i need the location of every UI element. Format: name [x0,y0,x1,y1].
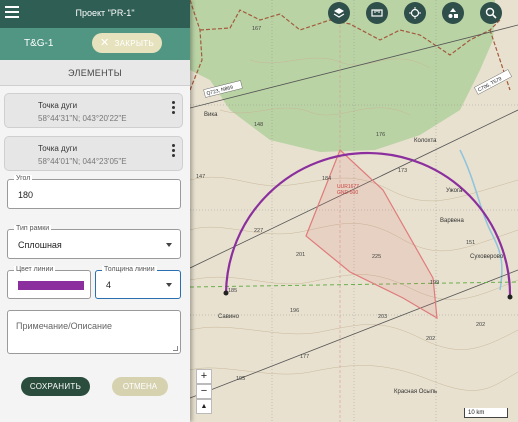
arc-point-card-1[interactable]: Точка дуги 58°44'31"N; 043°20'22"E [4,93,183,128]
locate-button[interactable] [404,2,426,24]
spot-height: 185 [228,288,237,294]
spot-height: 225 [372,254,381,260]
ruler-button[interactable] [366,2,388,24]
arc-point-label: Точка дуги [38,144,78,153]
spot-height: 199 [430,280,439,286]
ruler-icon [371,9,383,17]
arc-point-coordinates: 58°44'31"N; 043°20'22"E [38,114,127,123]
spot-height: 173 [398,168,407,174]
resize-handle-icon[interactable] [173,346,178,351]
frame-type-label: Тип рамки [14,225,52,232]
line-color-field[interactable]: Цвет линии [7,266,91,299]
spot-height: 202 [426,336,435,342]
close-object-label: ЗАКРЫТЬ [114,38,154,48]
line-color-label: Цвет линии [14,266,56,273]
note-placeholder: Примечание/Описание [16,321,113,331]
place-label: Варвена [440,218,464,224]
angle-label: Угол [14,175,33,182]
spot-height: 195 [236,376,245,382]
line-color-swatch [18,281,84,290]
spot-height: 176 [376,132,385,138]
place-label: Суховерово [470,254,504,260]
editor-panel: Проект "PR-1" T&G-1 ✕ ЗАКРЫТЬ ЭЛЕМЕНТЫ Т… [0,0,190,422]
chevron-down-icon [166,243,172,247]
close-icon: ✕ [99,36,110,49]
scale-bar: 10 km [464,408,508,418]
arc-point-label: Точка дуги [38,101,78,110]
elements-header: ЭЛЕМЕНТЫ [0,60,190,86]
shapes-icon [448,8,458,18]
zoom-out-button[interactable]: − [196,384,212,399]
menu-icon[interactable] [5,6,19,20]
cancel-button[interactable]: ОТМЕНА [112,377,168,396]
place-label: Колохта [414,138,437,144]
chevron-down-icon [166,283,172,287]
frame-type-value: Сплошная [18,240,62,250]
spot-height: 202 [476,322,485,328]
angle-field[interactable]: Угол 180 [7,175,181,209]
layers-icon [333,8,345,18]
more-vert-icon[interactable] [172,101,176,116]
map-view[interactable]: UUR1677 GND-500 Q723, N869 C706, T579 Ви… [190,0,518,422]
top-bar: Проект "PR-1" [0,0,190,28]
close-object-button[interactable]: ✕ ЗАКРЫТЬ [92,33,162,53]
compass-button[interactable]: ▲ [196,399,212,414]
place-label: Савино [218,314,240,320]
spot-height: 167 [252,26,261,32]
search-button[interactable] [480,2,502,24]
place-label: Ужога [446,188,463,194]
note-textarea[interactable]: Примечание/Описание [7,310,181,354]
layers-button[interactable] [328,2,350,24]
angle-value: 180 [18,190,34,200]
line-width-value: 4 [106,280,112,290]
spot-height: 147 [196,174,205,180]
search-icon [485,7,497,19]
spot-height: 227 [254,228,263,234]
object-bar: T&G-1 ✕ ЗАКРЫТЬ [0,28,190,60]
map-canvas[interactable]: UUR1677 GND-500 Q723, N869 C706, T579 Ви… [190,0,518,422]
frame-type-select[interactable]: Тип рамки Сплошная [7,225,181,259]
object-name: T&G-1 [24,38,54,49]
spot-height: 184 [322,176,331,182]
place-label: Вика [204,112,218,118]
place-label: Красная Осыпь [394,389,437,395]
project-title: Проект "PR-1" [75,8,135,18]
spot-height: 151 [466,240,475,246]
arc-point-marker[interactable] [507,294,513,300]
line-width-label: Толщина линии [102,266,157,273]
arc-point-card-2[interactable]: Точка дуги 58°44'01"N; 044°23'05"E [4,136,183,171]
spot-height: 201 [296,252,305,258]
shapes-button[interactable] [442,2,464,24]
airspace-label: GND-500 [337,190,358,196]
spot-height: 148 [254,122,263,128]
spot-height: 196 [290,308,299,314]
spot-height: 177 [300,354,309,360]
more-vert-icon[interactable] [172,144,176,159]
arc-point-coordinates: 58°44'01"N; 044°23'05"E [38,157,127,166]
spot-height: 203 [378,314,387,320]
locate-icon [409,7,421,19]
zoom-in-button[interactable]: + [196,369,212,384]
save-button[interactable]: СОХРАНИТЬ [21,377,90,396]
line-width-select[interactable]: Толщина линии 4 [95,266,181,299]
